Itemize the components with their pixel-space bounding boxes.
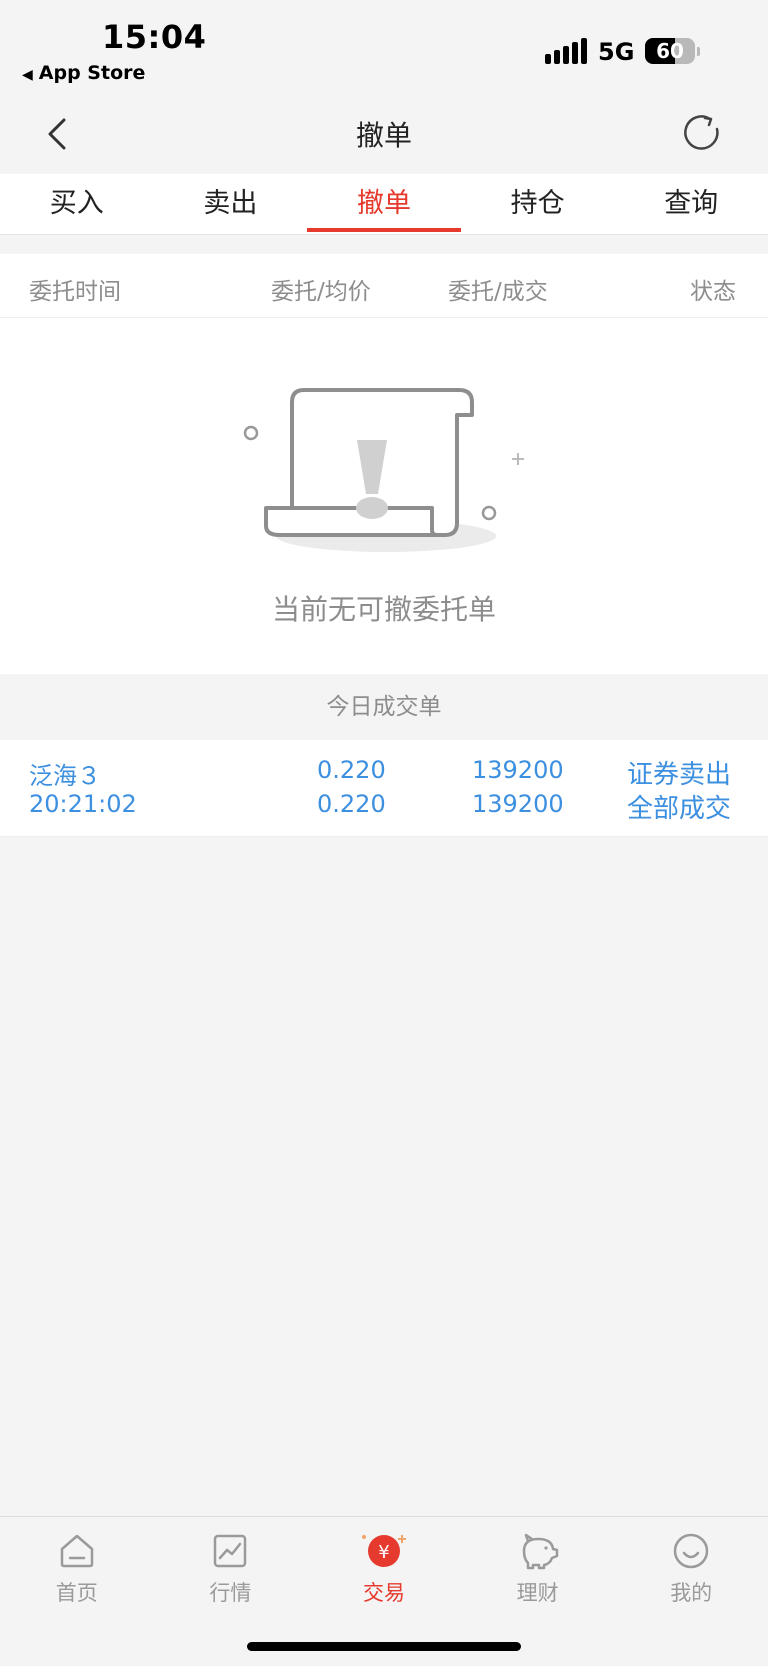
empty-message: 当前无可撤委托单 bbox=[271, 593, 496, 626]
tabbar-label-trade: 交易 bbox=[362, 1581, 405, 1605]
tabbar-label-market: 行情 bbox=[209, 1581, 252, 1605]
tabbar-label-home: 首页 bbox=[55, 1581, 98, 1605]
battery-cap bbox=[697, 47, 700, 56]
refresh-button[interactable] bbox=[680, 112, 724, 156]
tabbar-item-home[interactable]: 首页 bbox=[0, 1531, 154, 1611]
trade-tabs: 买入 卖出 撤单 持仓 查询 bbox=[0, 174, 768, 235]
home-indicator[interactable] bbox=[247, 1642, 521, 1651]
active-tab-indicator bbox=[307, 228, 461, 232]
battery-icon: 60 bbox=[645, 38, 695, 64]
tab-buy[interactable]: 买入 bbox=[0, 174, 154, 234]
page-title: 撤单 bbox=[355, 119, 412, 152]
cellular-signal-icon bbox=[545, 38, 587, 64]
tabbar-item-mine[interactable]: 我的 bbox=[614, 1531, 768, 1611]
header-status: 状态 bbox=[690, 279, 736, 305]
svg-text:¥: ¥ bbox=[378, 1542, 389, 1563]
deal-stock-name: 泛海３ bbox=[29, 762, 101, 790]
tabbar-item-trade[interactable]: ¥ 交易 bbox=[307, 1531, 461, 1611]
deal-entrust-price: 0.220 bbox=[317, 756, 386, 784]
today-deals-label: 今日成交单 bbox=[0, 675, 768, 739]
empty-state: 当前无可撤委托单 bbox=[0, 318, 768, 674]
smile-face-icon bbox=[673, 1533, 709, 1569]
deal-avg-price: 0.220 bbox=[317, 790, 386, 818]
refresh-icon bbox=[684, 115, 719, 150]
table-header: 委托时间 委托/均价 委托/成交 状态 bbox=[0, 254, 768, 318]
back-app-label: App Store bbox=[38, 62, 146, 84]
battery-percent: 60 bbox=[656, 39, 684, 63]
trade-yen-icon: ¥ bbox=[361, 1535, 406, 1567]
home-icon bbox=[60, 1534, 94, 1568]
table-row[interactable]: 泛海３ 20:21:02 0.220 0.220 139200 139200 证… bbox=[0, 740, 768, 837]
back-triangle-icon: ◀ bbox=[22, 67, 33, 83]
tab-query[interactable]: 查询 bbox=[614, 174, 768, 234]
tab-sell[interactable]: 卖出 bbox=[154, 174, 308, 234]
header-entrust-price: 委托/均价 bbox=[271, 279, 371, 305]
network-type: 5G bbox=[598, 38, 635, 66]
deal-entrust-qty: 139200 bbox=[472, 756, 564, 784]
tabbar-item-market[interactable]: 行情 bbox=[154, 1531, 308, 1611]
deal-status: 全部成交 bbox=[627, 794, 732, 824]
market-chart-icon bbox=[214, 1534, 247, 1568]
status-time: 15:04 bbox=[102, 18, 207, 56]
tab-cancel-order[interactable]: 撤单 bbox=[307, 174, 461, 234]
back-to-app-store-link[interactable]: ◀ App Store bbox=[22, 62, 145, 84]
piggy-bank-icon bbox=[522, 1533, 558, 1570]
header-entrust-time: 委托时间 bbox=[29, 279, 121, 305]
navigation-bar: 撤单 bbox=[0, 94, 768, 174]
tabbar-label-mine: 我的 bbox=[670, 1581, 713, 1605]
deal-deal-qty: 139200 bbox=[472, 790, 564, 818]
tabbar-item-finance[interactable]: 理财 bbox=[461, 1531, 615, 1611]
deal-type: 证券卖出 bbox=[627, 760, 732, 790]
empty-document-warning-icon bbox=[243, 388, 524, 552]
tabbar-label-finance: 理财 bbox=[516, 1581, 559, 1605]
status-bar: 15:04 ◀ App Store 5G 60 bbox=[0, 0, 768, 94]
tab-positions[interactable]: 持仓 bbox=[461, 174, 615, 234]
deal-time: 20:21:02 bbox=[29, 790, 137, 818]
header-entrust-amount: 委托/成交 bbox=[448, 279, 548, 305]
